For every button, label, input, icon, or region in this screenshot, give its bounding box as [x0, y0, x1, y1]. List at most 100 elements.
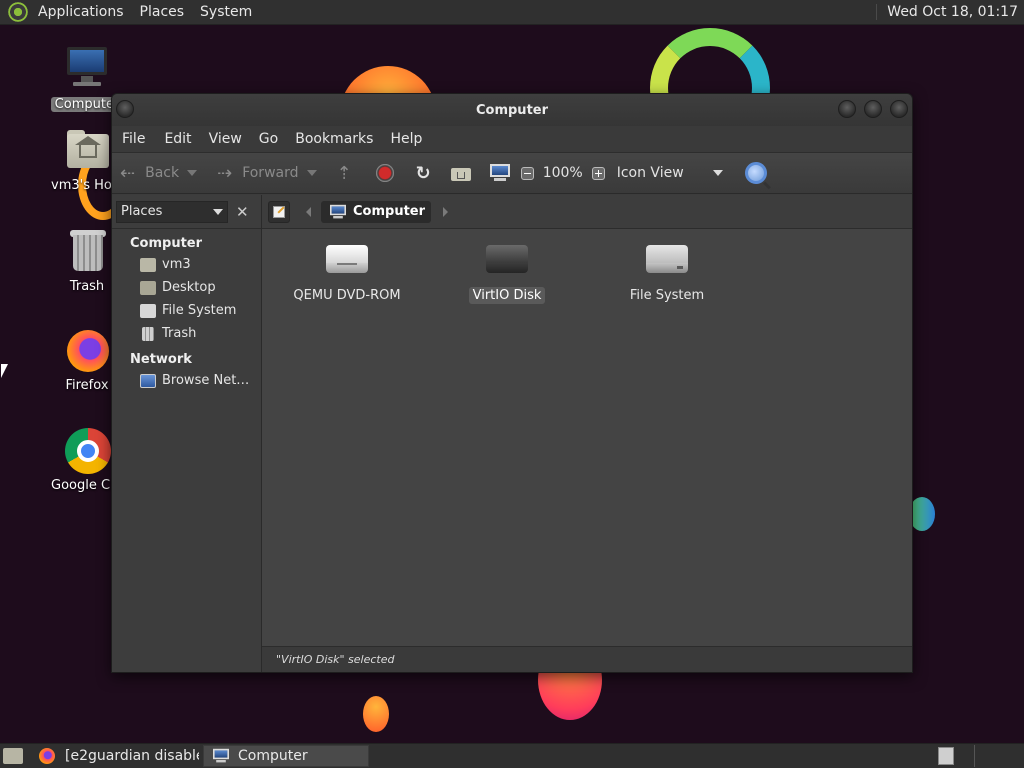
desktop-folder-icon — [140, 280, 156, 295]
taskbar-item-label: Computer — [238, 748, 308, 764]
firefox-icon — [39, 748, 55, 764]
sidebar-section-computer: Computer — [130, 236, 203, 251]
taskbar-item-computer[interactable]: Computer — [203, 745, 369, 767]
top-panel: Applications Places System Wed Oct 18, 0… — [0, 0, 1024, 25]
sidebar-item-label: Browse Net… — [162, 373, 250, 388]
path-scroll-right-icon[interactable] — [443, 206, 449, 217]
trash-icon — [63, 227, 111, 275]
view-mode-dropdown-arrow[interactable] — [712, 170, 723, 176]
wallpaper-small-blob — [363, 696, 389, 732]
up-arrow-icon: ⇡ — [336, 162, 352, 184]
file-item-label: VirtIO Disk — [468, 287, 546, 304]
location-edit-button[interactable] — [268, 200, 290, 223]
toolbar: ⇠ Back ⇢ Forward ⇡ ↻ 100% Icon View — [112, 152, 912, 194]
close-button[interactable] — [890, 100, 908, 118]
window-titlebar[interactable]: Computer — [112, 94, 912, 126]
view-mode-select[interactable]: Icon View — [617, 165, 717, 181]
home-folder-icon — [63, 126, 111, 174]
search-icon[interactable] — [744, 162, 767, 184]
sidebar-item-label: vm3 — [162, 257, 191, 272]
breadcrumb-label: Computer — [353, 204, 426, 219]
computer-icon — [212, 748, 230, 763]
back-button[interactable]: ⇠ Back — [120, 163, 179, 184]
reload-button[interactable]: ↻ — [416, 163, 441, 184]
filesystem-icon — [645, 243, 689, 277]
file-item-label: QEMU DVD-ROM — [293, 288, 401, 303]
computer-icon[interactable] — [489, 164, 511, 182]
filesystem-icon — [140, 303, 156, 318]
sidebar-item-label: Trash — [162, 326, 197, 341]
dvd-drive-icon — [325, 243, 369, 277]
menu-edit[interactable]: Edit — [160, 131, 195, 147]
home-folder-icon — [140, 257, 156, 272]
forward-history-dropdown[interactable] — [306, 170, 317, 176]
menu-go[interactable]: Go — [255, 131, 282, 147]
computer-icon — [63, 45, 111, 93]
sidebar-item-browse-network[interactable]: Browse Net… — [112, 369, 261, 392]
zoom-level: 100% — [542, 165, 583, 181]
chrome-icon — [63, 426, 111, 474]
sidebar: Places ✕ Computer vm3 Desktop File Syste… — [112, 195, 262, 672]
menubar: File Edit View Go Bookmarks Help — [112, 126, 912, 152]
menu-view[interactable]: View — [205, 131, 246, 147]
show-desktop-icon[interactable] — [3, 748, 23, 764]
back-history-dropdown[interactable] — [187, 170, 198, 176]
sidebar-item-label: Desktop — [162, 280, 216, 295]
file-item-file-system[interactable]: File System — [597, 243, 737, 304]
view-mode-label: Icon View — [616, 165, 684, 181]
sidebar-header: Places ✕ — [112, 195, 261, 229]
system-menu[interactable]: System — [196, 4, 256, 20]
computer-icon — [329, 204, 347, 218]
zoom-in-button[interactable] — [591, 166, 605, 180]
file-manager-window: Computer File Edit View Go Bookmarks Hel… — [111, 93, 913, 673]
edit-icon — [273, 205, 285, 218]
forward-button[interactable]: ⇢ Forward — [217, 163, 298, 184]
menu-file[interactable]: File — [118, 131, 149, 147]
mate-logo-icon[interactable] — [8, 2, 28, 22]
back-label: Back — [145, 165, 180, 181]
zoom-out-button[interactable] — [520, 166, 534, 180]
mouse-cursor-icon — [1, 364, 8, 378]
breadcrumb-computer[interactable]: Computer — [321, 200, 432, 223]
chevron-down-icon — [213, 208, 223, 215]
reload-icon: ↻ — [415, 162, 431, 184]
hard-disk-icon — [485, 243, 529, 277]
places-menu[interactable]: Places — [136, 4, 189, 20]
status-text: "VirtIO Disk" selected — [276, 653, 395, 666]
sidebar-item-desktop[interactable]: Desktop — [112, 276, 261, 299]
sidebar-section-network: Network — [130, 352, 192, 367]
file-item-virtio-disk[interactable]: VirtIO Disk — [437, 243, 577, 304]
maximize-button[interactable] — [864, 100, 882, 118]
sidebar-item-vm3[interactable]: vm3 — [112, 253, 261, 276]
main-pane: Computer QEMU DVD-ROM VirtIO Disk File S… — [262, 195, 912, 672]
sidebar-item-trash[interactable]: Trash — [112, 322, 261, 345]
path-scroll-left-icon[interactable] — [306, 206, 311, 217]
stop-icon[interactable] — [375, 164, 394, 182]
file-view[interactable]: QEMU DVD-ROM VirtIO Disk File System — [262, 229, 912, 646]
home-icon[interactable] — [450, 165, 471, 181]
network-icon — [140, 373, 156, 388]
applications-menu[interactable]: Applications — [34, 4, 128, 20]
taskbar-item-label: [e2guardian disable ... — [65, 748, 199, 764]
trash-icon — [142, 326, 154, 341]
workspace-switcher-1[interactable] — [938, 747, 954, 765]
up-button[interactable]: ⇡ — [337, 163, 362, 184]
workspace-switcher-2[interactable] — [974, 745, 1024, 767]
menu-help[interactable]: Help — [386, 131, 426, 147]
window-title: Computer — [475, 102, 549, 118]
close-icon[interactable]: ✕ — [236, 203, 249, 221]
file-item-dvd-rom[interactable]: QEMU DVD-ROM — [277, 243, 417, 304]
sidebar-item-filesystem[interactable]: File System — [112, 299, 261, 322]
file-item-label: File System — [629, 288, 705, 303]
sidebar-selector[interactable]: Places — [116, 200, 228, 223]
back-arrow-icon: ⇠ — [120, 162, 136, 184]
pathbar: Computer — [262, 195, 912, 229]
window-body: Places ✕ Computer vm3 Desktop File Syste… — [112, 195, 912, 672]
window-menu-button[interactable] — [116, 100, 134, 118]
status-bar: "VirtIO Disk" selected — [262, 646, 912, 672]
panel-clock[interactable]: Wed Oct 18, 01:17 — [876, 4, 1018, 20]
sidebar-selector-label: Places — [121, 204, 163, 219]
minimize-button[interactable] — [838, 100, 856, 118]
taskbar-item-e2guardian[interactable]: [e2guardian disable ... — [59, 745, 199, 767]
menu-bookmarks[interactable]: Bookmarks — [291, 131, 377, 147]
